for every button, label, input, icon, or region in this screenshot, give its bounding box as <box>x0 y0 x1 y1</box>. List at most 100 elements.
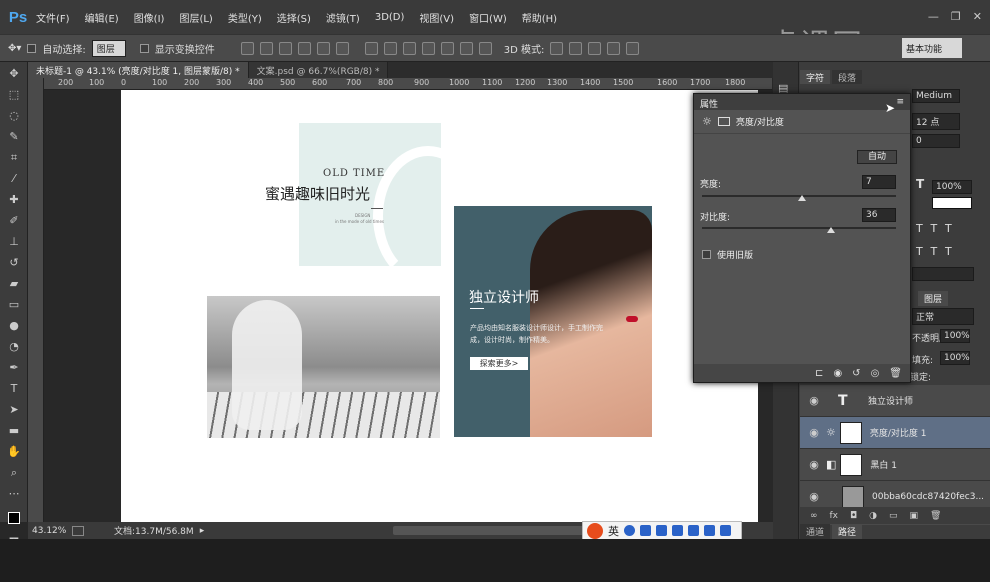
settings-icon[interactable] <box>720 525 731 536</box>
auto-select-checkbox[interactable] <box>27 43 37 53</box>
tab-paths[interactable]: 路径 <box>832 524 863 539</box>
layer-name[interactable]: 黑白 1 <box>870 458 897 471</box>
menu-edit[interactable]: 编辑(E) <box>85 10 119 25</box>
brush-icon[interactable]: ✐ <box>3 211 25 230</box>
tab-paragraph[interactable]: 段落 <box>832 70 863 84</box>
scale-field[interactable]: 100% <box>932 180 972 194</box>
menu-window[interactable]: 窗口(W) <box>469 10 507 25</box>
path-select-icon[interactable]: ➤ <box>3 400 25 419</box>
3d-slide-icon[interactable] <box>607 41 621 55</box>
move-tool-icon[interactable]: ✥▾ <box>8 43 21 54</box>
layer-name[interactable]: 亮度/对比度 1 <box>870 426 927 439</box>
new-group-icon[interactable]: ▭ <box>889 511 898 521</box>
voice-icon[interactable] <box>640 525 651 536</box>
status-icon[interactable] <box>72 525 84 536</box>
blend-mode-dropdown[interactable]: 正常 <box>912 308 974 325</box>
menu-3d[interactable]: 3D(D) <box>375 12 405 23</box>
mask-icon[interactable] <box>717 117 730 126</box>
blur-icon[interactable]: ● <box>3 316 25 335</box>
tracking-field[interactable]: 0 <box>912 134 960 148</box>
zoom-level[interactable]: 43.12% <box>28 526 72 536</box>
type-style-icons-2[interactable]: TTT <box>916 245 960 258</box>
stamp-icon[interactable]: ⊥ <box>3 232 25 251</box>
eye-icon[interactable]: ◉ <box>806 394 822 407</box>
tab-untitled[interactable]: 未标题-1 @ 43.1% (亮度/对比度 1, 图层蒙版/8) * <box>28 62 249 78</box>
smart-object-thumb[interactable] <box>842 485 864 508</box>
type-style-icons[interactable]: TTT <box>916 222 960 235</box>
layer-mask-thumb[interactable] <box>840 453 863 476</box>
distribute-bottom-icon[interactable] <box>402 41 416 55</box>
history-brush-icon[interactable]: ↺ <box>3 253 25 272</box>
brightness-slider-knob[interactable] <box>798 195 806 201</box>
auto-button[interactable]: 自动 <box>857 150 897 164</box>
eye-icon[interactable]: ◉ <box>806 426 822 439</box>
marquee-icon[interactable]: ⬚ <box>3 85 25 104</box>
workspace-dropdown[interactable]: 基本功能 <box>902 38 962 58</box>
eraser-icon[interactable]: ▰ <box>3 274 25 293</box>
clip-to-layer-icon[interactable]: ⊏ <box>815 368 823 379</box>
delete-adjustment-icon[interactable]: 🗑 <box>889 368 902 379</box>
brightness-field[interactable]: 7 <box>862 175 896 189</box>
new-layer-icon[interactable]: ▣ <box>910 511 919 521</box>
tab-layers[interactable]: 图层 <box>918 291 949 306</box>
3d-scale-icon[interactable] <box>626 41 640 55</box>
link-layers-icon[interactable]: ∞ <box>810 511 818 521</box>
eyedropper-icon[interactable]: ⁄ <box>3 169 25 188</box>
close-icon[interactable]: ✕ <box>973 10 982 23</box>
layer-row[interactable]: ◉ T 独立设计师 <box>800 385 990 417</box>
color-swatches-icon[interactable] <box>3 505 25 531</box>
layer-mask-thumb[interactable] <box>839 421 862 444</box>
align-hcenter-icon[interactable] <box>316 41 330 55</box>
legacy-row[interactable]: 使用旧版 <box>702 248 753 261</box>
view-previous-icon[interactable]: ◉ <box>833 368 842 379</box>
font-size-field[interactable]: 12 点 <box>912 113 960 130</box>
auto-align-icon[interactable] <box>478 41 492 55</box>
auto-select-dropdown[interactable]: 图层 <box>91 39 126 57</box>
menu-file[interactable]: 文件(F) <box>36 10 70 25</box>
antialias-dropdown[interactable] <box>912 267 974 281</box>
lasso-icon[interactable]: ◌ <box>3 106 25 125</box>
pen-icon[interactable]: ✒ <box>3 358 25 377</box>
align-vcenter-icon[interactable] <box>259 41 273 55</box>
font-style-field[interactable]: Medium <box>912 89 960 103</box>
tab-character[interactable]: 字符 <box>800 70 831 84</box>
3d-pan-icon[interactable] <box>588 41 602 55</box>
more-tools-icon[interactable]: ⋯ <box>3 484 25 503</box>
align-right-icon[interactable] <box>335 41 349 55</box>
visibility-icon[interactable]: ◎ <box>871 368 880 379</box>
3d-rotate-icon[interactable] <box>550 41 564 55</box>
ime-lang[interactable]: 英 <box>608 523 619 539</box>
text-color-swatch[interactable] <box>932 197 972 209</box>
healing-icon[interactable]: ✚ <box>3 190 25 209</box>
menu-image[interactable]: 图像(I) <box>134 10 165 25</box>
move-icon[interactable]: ✥ <box>3 64 25 83</box>
type-T-icon[interactable]: T <box>916 177 924 191</box>
dodge-icon[interactable]: ◔ <box>3 337 25 356</box>
align-left-icon[interactable] <box>297 41 311 55</box>
user-icon[interactable] <box>672 525 683 536</box>
layer-row[interactable]: ◉ ◧ 黑白 1 <box>800 449 990 481</box>
contrast-slider-knob[interactable] <box>827 227 835 233</box>
crop-icon[interactable]: ⌗ <box>3 148 25 167</box>
tab-copy[interactable]: 文案.psd @ 66.7%(RGB/8) * <box>248 62 389 78</box>
show-transform-checkbox[interactable] <box>139 43 149 53</box>
layer-name[interactable]: 00bba60cdc87420fec3... <box>872 492 984 502</box>
opacity-field[interactable]: 100% <box>940 329 970 343</box>
type-icon[interactable]: T <box>3 379 25 398</box>
fill-field[interactable]: 100% <box>940 351 970 365</box>
eye-icon[interactable]: ◉ <box>806 458 822 471</box>
keyboard-icon[interactable] <box>656 525 667 536</box>
shape-icon[interactable]: ▬ <box>3 421 25 440</box>
distribute-right-icon[interactable] <box>459 41 473 55</box>
distribute-left-icon[interactable] <box>421 41 435 55</box>
distribute-top-icon[interactable] <box>364 41 378 55</box>
skin-icon[interactable] <box>688 525 699 536</box>
status-arrow-icon[interactable]: ▸ <box>200 526 205 536</box>
sogou-icon[interactable] <box>587 522 603 539</box>
menu-view[interactable]: 视图(V) <box>419 10 454 25</box>
menu-type[interactable]: 类型(Y) <box>228 10 262 25</box>
layer-name[interactable]: 独立设计师 <box>868 394 913 407</box>
contrast-slider[interactable] <box>702 227 896 229</box>
add-mask-icon[interactable]: ◘ <box>850 511 857 521</box>
menu-help[interactable]: 帮助(H) <box>522 10 557 25</box>
